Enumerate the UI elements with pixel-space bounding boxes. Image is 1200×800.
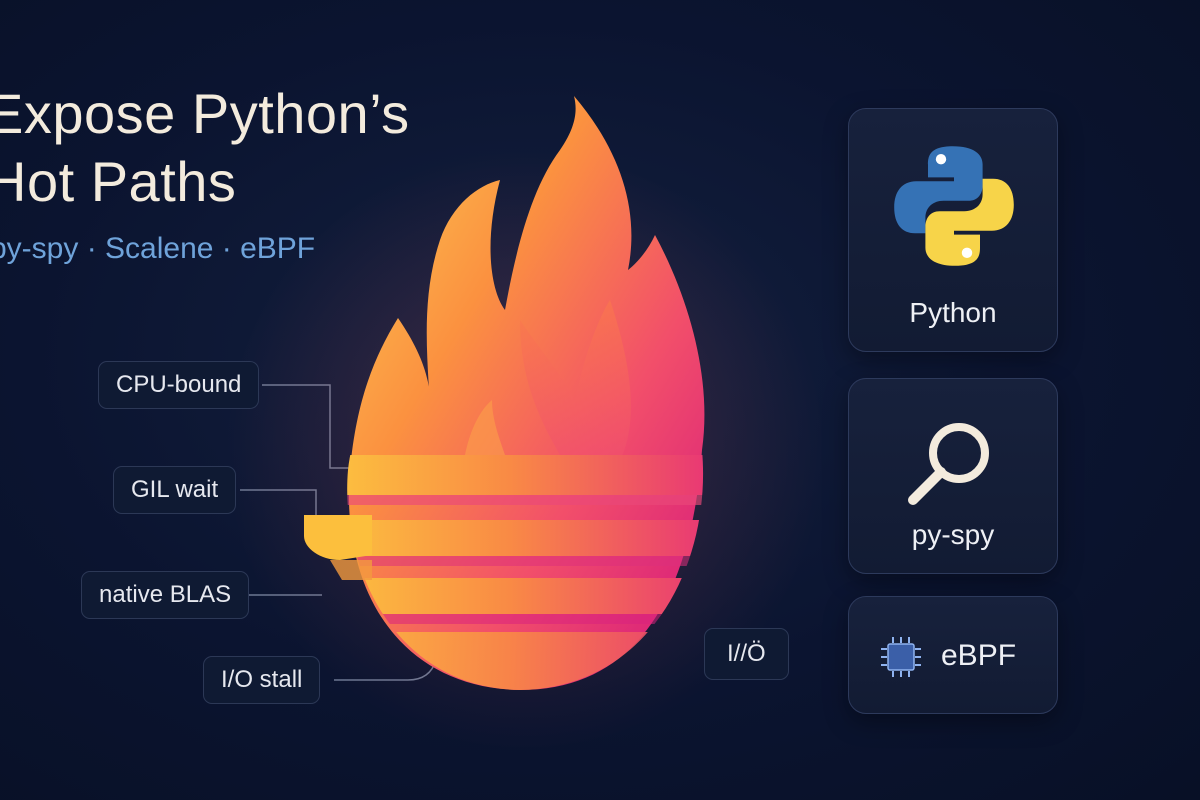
python-logo-icon bbox=[894, 146, 1014, 266]
card-pyspy-label: py-spy bbox=[911, 519, 995, 550]
tag-io-stall: I/O stall bbox=[203, 656, 321, 704]
card-ebpf-label: eBPF bbox=[941, 639, 1017, 672]
tag-cpu-bound: CPU-bound bbox=[98, 361, 260, 409]
card-pyspy: py-spy bbox=[848, 378, 1058, 574]
tag-io-short: I//Ö bbox=[704, 628, 789, 680]
card-python: Python bbox=[848, 108, 1058, 352]
magnifier-icon bbox=[908, 423, 989, 505]
card-ebpf: eBPF bbox=[848, 596, 1058, 714]
card-python-label: Python bbox=[909, 297, 997, 328]
tag-gil-wait: GIL wait bbox=[113, 466, 237, 514]
chip-icon bbox=[881, 637, 921, 677]
tag-native-blas: native BLAS bbox=[81, 571, 250, 619]
